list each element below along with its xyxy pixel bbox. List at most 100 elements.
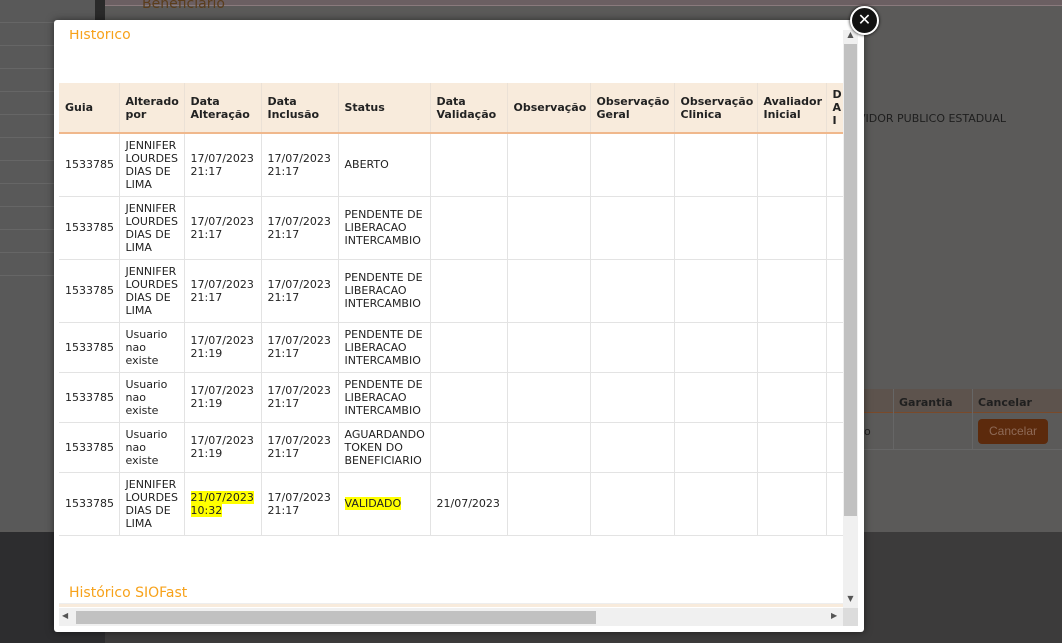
cell-empty	[757, 196, 827, 260]
background-cell: o	[864, 425, 871, 438]
cell-text: JENNIFER LOURDES DIAS DE LIMA	[125, 201, 179, 254]
cell-text: 1533785	[65, 390, 114, 404]
cell-text: 17/07/2023 21:19	[190, 334, 254, 360]
cell-text: 17/07/2023 21:17	[190, 214, 254, 241]
cell-text: 17/07/2023 21:17	[190, 277, 254, 304]
cell-text: 17/07/2023 21:19	[190, 434, 254, 460]
cell-empty	[826, 472, 843, 536]
cell-text: PENDENTE DE LIBERACAO INTERCAMBIO	[344, 208, 423, 247]
cell-guia: 1533785	[59, 372, 120, 423]
cell-empty	[507, 372, 591, 423]
cell-alterado-por: Usuario nao existe	[119, 372, 185, 423]
cell-status: PENDENTE DE LIBERACAO INTERCAMBIO	[338, 259, 431, 323]
cell-text: Usuario nao existe	[125, 327, 168, 367]
cell-text: 21/07/2023	[436, 497, 500, 510]
column-header: Data Alteração	[184, 83, 262, 134]
cell-empty	[507, 472, 591, 536]
cell-text: 1533785	[65, 158, 114, 172]
cell-empty	[826, 133, 843, 197]
cell-text: 17/07/2023 21:17	[267, 490, 331, 517]
cell-data-inclusao: 17/07/2023 21:17	[261, 372, 339, 423]
cell-empty	[674, 259, 758, 323]
cell-empty	[590, 372, 675, 423]
cell-empty	[590, 133, 675, 197]
cell-empty	[757, 133, 827, 197]
cell-empty	[826, 259, 843, 323]
cell-text: 1533785	[65, 221, 114, 234]
cell-data-validacao: 21/07/2023	[430, 472, 508, 536]
cell-data-inclusao: 17/07/2023 21:17	[261, 472, 339, 536]
cell-empty	[674, 472, 758, 536]
close-icon[interactable]: ✕	[850, 6, 879, 35]
column-header: Data Validação	[430, 83, 508, 134]
column-header: Observação	[507, 83, 591, 134]
section-title-beneficiario: Beneficiario	[142, 0, 225, 12]
header-garantia: Garantia	[899, 396, 953, 409]
cell-alterado-por: Usuario nao existe	[119, 322, 185, 373]
modal-content: Histórico Guia Alterado por Data Alteração Da…	[59, 30, 843, 607]
cell-empty	[826, 372, 843, 423]
table-row: 1533785 Usuario nao existe 17/07/2023 21:1…	[59, 372, 843, 423]
scroll-right-arrow-icon[interactable]: ▶	[831, 611, 837, 620]
table-row: 1533785 JENNIFER LOURDES DIAS DE LIMA 17/0…	[59, 196, 843, 260]
cell-text: 17/07/2023 21:17	[267, 214, 331, 241]
cell-text: 1533785	[65, 340, 114, 354]
table-row: 1533785 Usuario nao existe 17/07/2023 21:1…	[59, 422, 843, 473]
scroll-left-arrow-icon[interactable]: ◀	[62, 611, 68, 620]
cell-empty	[757, 422, 827, 473]
cell-alterado-por: JENNIFER LOURDES DIAS DE LIMA	[119, 196, 185, 260]
cell-empty	[590, 259, 675, 323]
cell-empty	[590, 472, 675, 536]
horizontal-scrollbar[interactable]: ◀ ▶	[59, 608, 843, 626]
vertical-scrollbar[interactable]: ▲ ▼	[843, 30, 858, 608]
column-header: DAI	[826, 83, 843, 134]
cell-guia: 1533785	[59, 196, 120, 260]
cell-data-alteracao: 17/07/2023 21:17	[184, 196, 262, 260]
cell-status: ABERTO	[338, 133, 431, 197]
cell-alterado-por: JENNIFER LOURDES DIAS DE LIMA	[119, 259, 185, 323]
history-table: Guia Alterado por Data Alteração Data Inclusão…	[59, 83, 843, 536]
cell-data-alteracao: 21/07/2023 10:32	[184, 472, 262, 536]
cell-data-validacao	[430, 133, 508, 197]
background-text: VIDOR PUBLICO ESTADUAL	[858, 112, 1006, 125]
divider	[972, 389, 973, 450]
cell-text: 1533785	[65, 440, 114, 454]
horizontal-scroll-thumb[interactable]	[76, 611, 596, 624]
cell-data-alteracao: 17/07/2023 21:19	[184, 372, 262, 423]
cell-data-validacao	[430, 322, 508, 373]
cell-text: 17/07/2023 21:17	[190, 151, 254, 178]
cell-data-inclusao: 17/07/2023 21:17	[261, 133, 339, 197]
cell-text: 17/07/2023 21:17	[267, 277, 331, 304]
cancel-button[interactable]: Cancelar	[978, 419, 1048, 444]
column-header: Observação Clinica	[674, 83, 758, 134]
history-modal: Histórico Guia Alterado por Data Alteração Da…	[54, 20, 864, 632]
cell-data-validacao	[430, 372, 508, 423]
cell-text: PENDENTE DE LIBERACAO INTERCAMBIO	[344, 271, 423, 310]
vertical-scroll-thumb[interactable]	[844, 44, 857, 516]
cell-empty	[826, 322, 843, 373]
cell-status: PENDENTE DE LIBERACAO INTERCAMBIO	[338, 196, 431, 260]
column-header: Alterado por	[119, 83, 185, 134]
cell-text: 1533785	[65, 284, 114, 297]
cell-empty	[674, 196, 758, 260]
cell-status: PENDENTE DE LIBERACAO INTERCAMBIO	[338, 322, 431, 373]
cell-data-alteracao: 17/07/2023 21:19	[184, 322, 262, 373]
scroll-down-arrow-icon[interactable]: ▼	[843, 594, 858, 603]
column-header: Avaliador Inicial	[757, 83, 827, 134]
cell-status: AGUARDANDO TOKEN DO BENEFICIARIO	[338, 422, 431, 473]
cell-empty	[674, 372, 758, 423]
cell-text: 21/07/2023 10:32	[190, 490, 254, 517]
cell-empty	[590, 322, 675, 373]
cell-text: 17/07/2023 21:17	[267, 384, 331, 410]
cell-empty	[757, 322, 827, 373]
column-header: Guia	[59, 83, 120, 134]
cell-alterado-por: Usuario nao existe	[119, 422, 185, 473]
cell-guia: 1533785	[59, 259, 120, 323]
cell-empty	[826, 422, 843, 473]
cell-text: 17/07/2023 21:17	[267, 151, 331, 178]
cell-empty	[757, 472, 827, 536]
cell-empty	[826, 196, 843, 260]
cell-data-alteracao: 17/07/2023 21:17	[184, 133, 262, 197]
cell-guia: 1533785	[59, 322, 120, 373]
column-header: Observação Geral	[590, 83, 675, 134]
